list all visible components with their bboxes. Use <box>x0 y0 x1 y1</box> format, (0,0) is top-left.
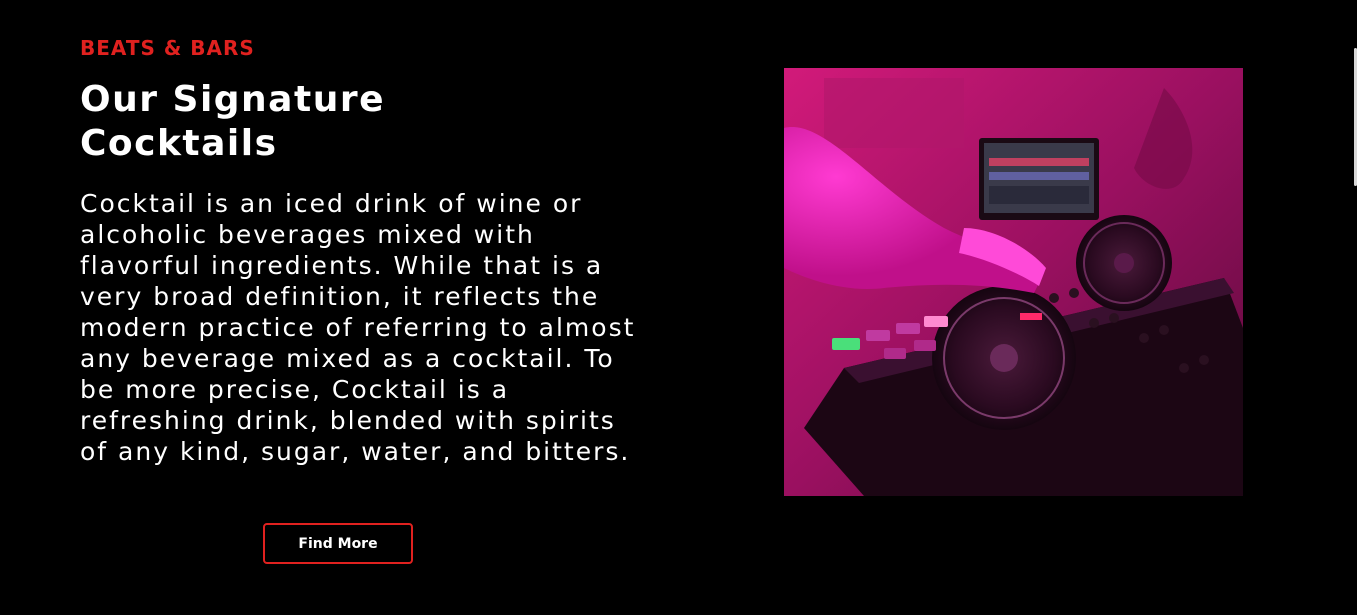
section-title: Our Signature Cocktails <box>80 79 385 164</box>
section-description: Cocktail is an iced drink of wine or alc… <box>80 189 636 466</box>
dj-controller-photo <box>784 68 1243 496</box>
signature-cocktails-section: BEATS & BARS Our Signature Cocktails Coc… <box>0 0 1357 615</box>
find-more-button[interactable]: Find More <box>263 523 413 564</box>
dj-scene-illustration <box>784 68 1243 496</box>
section-eyebrow: BEATS & BARS <box>80 36 255 60</box>
